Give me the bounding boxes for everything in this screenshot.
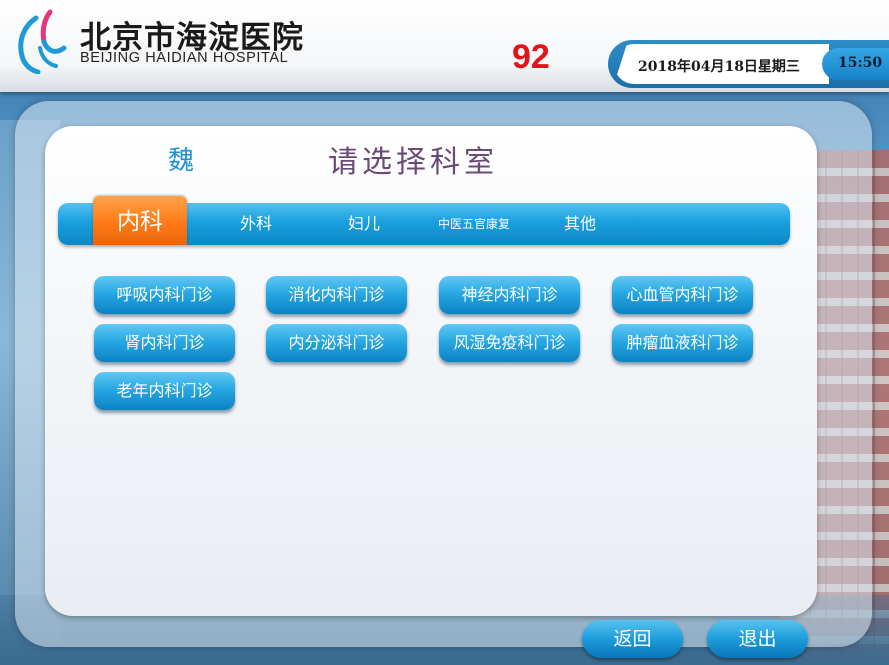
tab-other[interactable]: 其他 xyxy=(542,203,618,245)
back-button[interactable]: 返回 xyxy=(582,620,683,658)
dept-button-oncology-hematology[interactable]: 肿瘤血液科门诊 xyxy=(612,324,753,362)
hospital-name-en: BEIJING HAIDIAN HOSPITAL xyxy=(80,50,289,66)
datetime-panel: 2018年04月18日星期三 15:50 xyxy=(608,40,889,88)
page-title: 请选择科室 xyxy=(328,145,498,180)
dept-button-geriatrics[interactable]: 老年内科门诊 xyxy=(94,372,235,410)
date-text: 2018年04月18日星期三 xyxy=(638,59,800,75)
dept-button-cardiology[interactable]: 心血管内科门诊 xyxy=(612,276,753,314)
tab-obstetrics-pediatrics[interactable]: 妇儿 xyxy=(326,203,402,245)
exit-button[interactable]: 退出 xyxy=(707,620,808,658)
tab-internal-medicine[interactable]: 内科 xyxy=(93,196,187,245)
hospital-logo-icon xyxy=(14,8,72,75)
tab-tcm-ent-rehab[interactable]: 中医五官康复 xyxy=(422,203,526,245)
dept-button-rheumatology[interactable]: 风湿免疫科门诊 xyxy=(439,324,580,362)
dept-button-endocrinology[interactable]: 内分泌科门诊 xyxy=(266,324,407,362)
queue-number: 92 xyxy=(512,38,550,76)
time-box: 15:50 xyxy=(822,48,889,80)
dept-button-respiratory[interactable]: 呼吸内科门诊 xyxy=(94,276,235,314)
dept-button-neurology[interactable]: 神经内科门诊 xyxy=(439,276,580,314)
tab-surgery[interactable]: 外科 xyxy=(218,203,294,245)
date-box: 2018年04月18日星期三 xyxy=(614,44,829,84)
time-text: 15:50 xyxy=(838,55,883,71)
dept-button-gastroenterology[interactable]: 消化内科门诊 xyxy=(266,276,407,314)
patient-name: 魏 xyxy=(168,146,195,176)
header-bar: 北京市海淀医院 BEIJING HAIDIAN HOSPITAL 92 2018… xyxy=(0,0,889,92)
dept-button-nephrology[interactable]: 肾内科门诊 xyxy=(94,324,235,362)
